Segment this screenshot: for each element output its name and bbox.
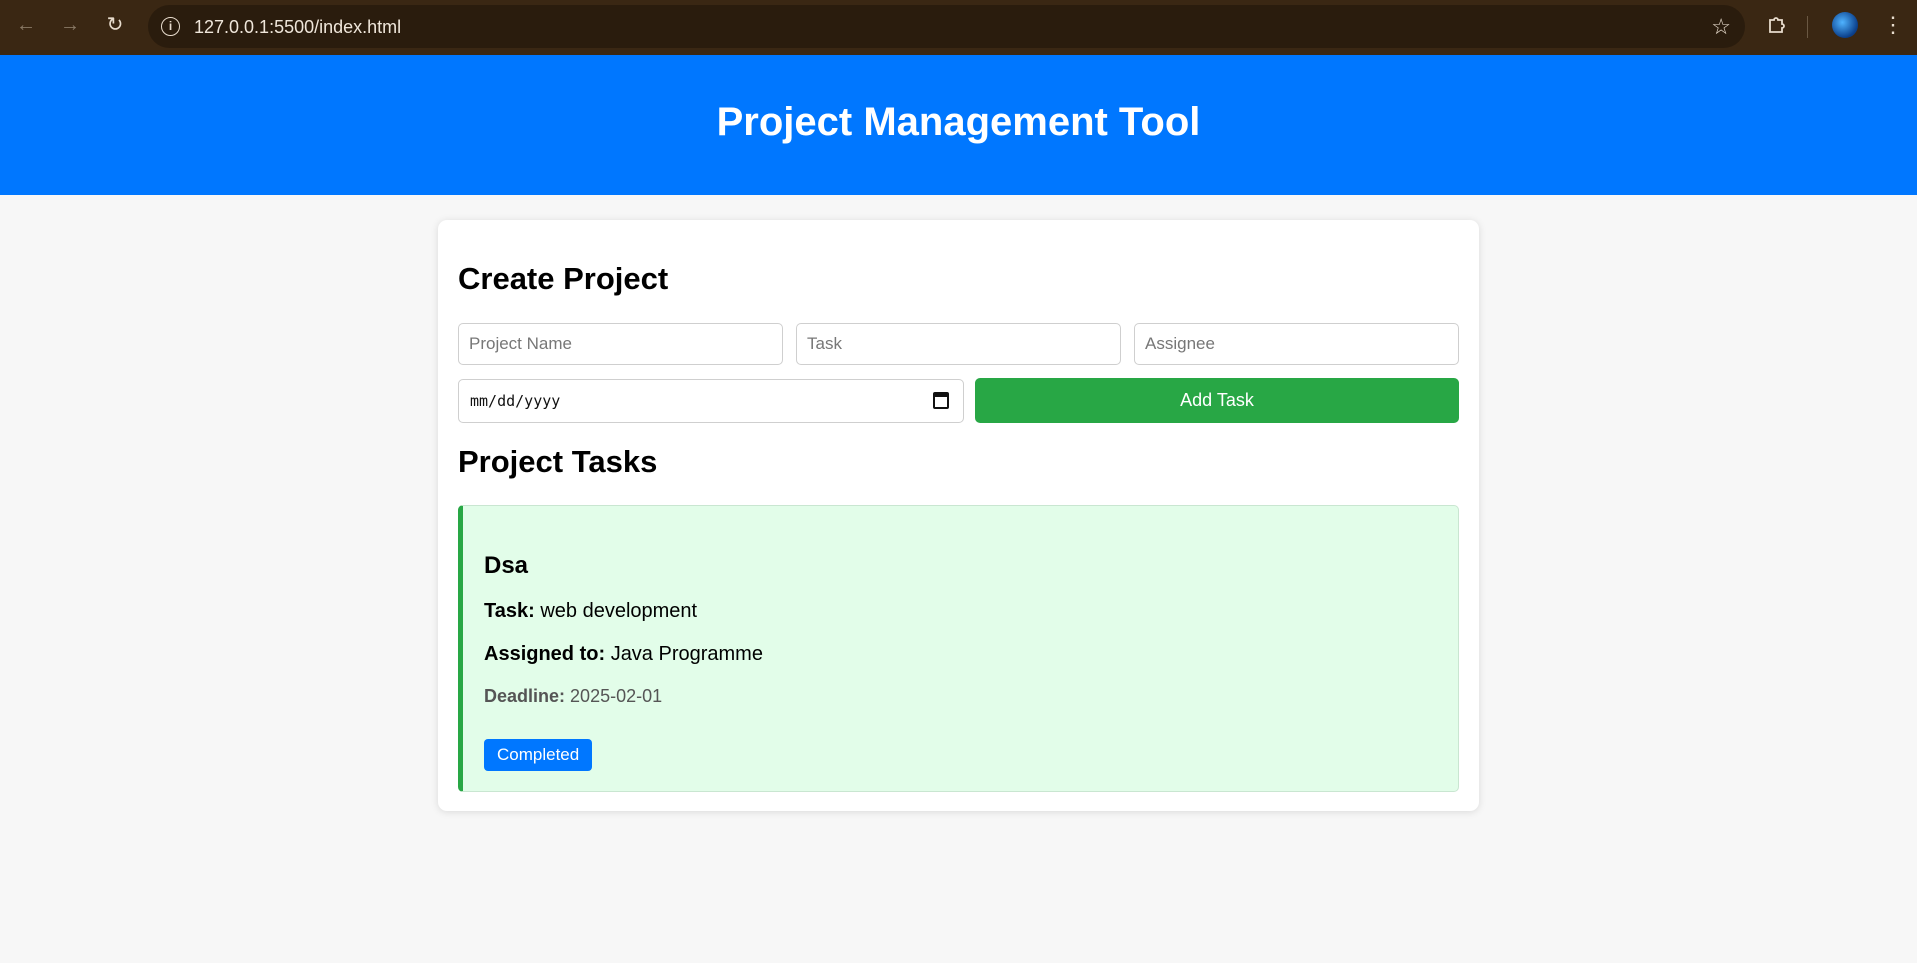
kebab-menu-icon[interactable]: ⋮ — [1882, 12, 1904, 38]
project-card: Create Project mm/dd/yyyy Add Task Proje… — [438, 220, 1479, 811]
project-tasks-heading: Project Tasks — [458, 444, 658, 479]
deadline-detail: Deadline: 2025-02-01 — [484, 686, 662, 707]
assignee-value: Java Programme — [610, 643, 763, 665]
deadline-value: 2025-02-01 — [570, 686, 663, 706]
reload-icon[interactable]: ↻ — [102, 12, 128, 38]
back-arrow-icon[interactable]: ← — [13, 12, 39, 38]
address-url[interactable]: 127.0.0.1:5500/index.html — [194, 17, 401, 38]
toolbar-divider — [1807, 16, 1808, 38]
task-value: web development — [540, 600, 698, 622]
task-label: Task: — [484, 600, 535, 622]
site-info-icon[interactable]: i — [161, 17, 180, 36]
task-project-name: Dsa — [484, 552, 529, 579]
forward-arrow-icon[interactable]: → — [57, 12, 83, 38]
assignee-input[interactable] — [1134, 323, 1459, 365]
deadline-date-input[interactable]: mm/dd/yyyy — [458, 379, 964, 423]
app-header: Project Management Tool — [0, 55, 1917, 195]
calendar-icon[interactable] — [933, 392, 949, 409]
date-placeholder: mm/dd/yyyy — [470, 392, 561, 410]
deadline-label: Deadline: — [484, 686, 566, 706]
profile-avatar[interactable] — [1832, 12, 1858, 38]
task-input[interactable] — [796, 323, 1121, 365]
browser-toolbar: ← → ↻ i 127.0.0.1:5500/index.html ☆ ⋮ — [0, 0, 1917, 55]
address-bar[interactable]: i 127.0.0.1:5500/index.html ☆ — [148, 5, 1745, 48]
project-name-input[interactable] — [458, 323, 783, 365]
task-detail: Task: web development — [484, 600, 697, 623]
bookmark-star-icon[interactable]: ☆ — [1711, 14, 1731, 40]
assignee-detail: Assigned to: Java Programme — [484, 643, 763, 666]
app-title: Project Management Tool — [716, 100, 1201, 144]
extensions-puzzle-icon[interactable] — [1765, 13, 1789, 37]
assignee-label: Assigned to: — [484, 643, 606, 665]
task-card: Dsa Task: web development Assigned to: J… — [458, 505, 1459, 792]
create-project-heading: Create Project — [458, 261, 669, 296]
status-button[interactable]: Completed — [484, 739, 593, 771]
add-task-button[interactable]: Add Task — [975, 378, 1459, 423]
